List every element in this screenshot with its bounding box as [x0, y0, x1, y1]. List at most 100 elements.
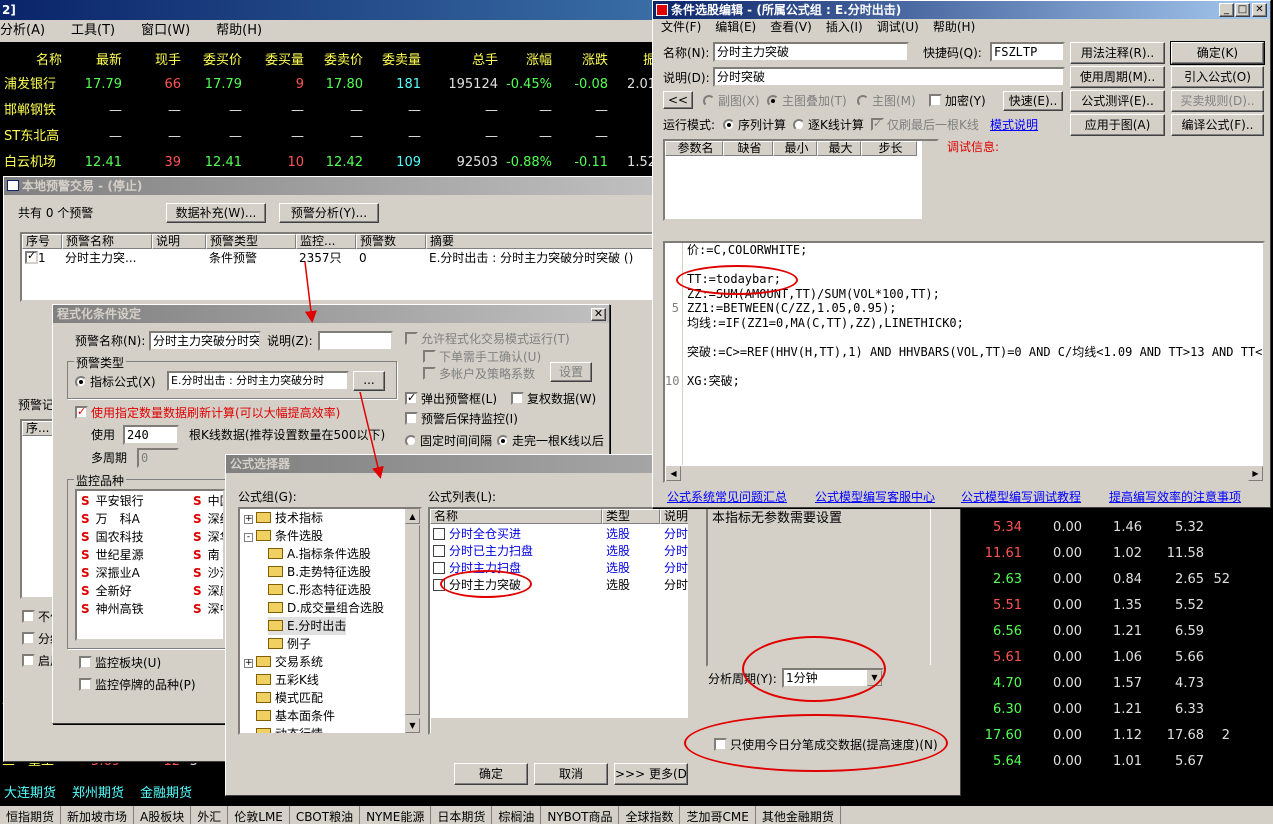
- bottom-tab[interactable]: 伦敦LME: [228, 806, 290, 824]
- editor-menu-item[interactable]: 查看(V): [770, 19, 812, 35]
- tree-item[interactable]: - 条件选股: [244, 527, 323, 545]
- tree-item[interactable]: B.走势特征选股: [268, 563, 371, 581]
- alert-col-header[interactable]: 预警名称: [62, 234, 152, 249]
- monitor-stock-item[interactable]: S 国农科技: [81, 529, 144, 545]
- market-tab[interactable]: 金融期货: [136, 784, 192, 804]
- monitor-stock-item[interactable]: S 神州高铁: [81, 601, 144, 617]
- mode-desc-link[interactable]: 模式说明: [990, 117, 1038, 133]
- monitor-stock-item[interactable]: S 全新好: [81, 583, 132, 599]
- formula-group-tree[interactable]: + 技术指标 - 条件选股 A.指标条件选股 B.走势特征选股 C.形态特征选股 D.成交量组…: [238, 507, 422, 735]
- code-line[interactable]: 价:=C,COLORWHITE;: [687, 243, 1263, 258]
- main-chart-radio[interactable]: 主图(M): [857, 93, 916, 109]
- adjusted-data-checkbox[interactable]: 复权数据(W): [511, 391, 596, 407]
- formula-name-input[interactable]: 分时主力突破: [713, 42, 909, 62]
- keep-monitor-checkbox[interactable]: 预警后保持监控(I): [405, 411, 518, 427]
- compile-formula-button[interactable]: 编译公式(F)..: [1171, 114, 1264, 136]
- bottom-tab[interactable]: CBOT粮油: [290, 806, 361, 824]
- param-col-header[interactable]: 缺省: [723, 141, 773, 156]
- alert-col-header[interactable]: 预警数: [356, 234, 426, 249]
- formula-input[interactable]: E.分时出击 : 分时主力突破分时: [167, 371, 349, 391]
- tree-expand-icon[interactable]: +: [244, 515, 253, 524]
- quote-col-header[interactable]: 委买量: [244, 52, 304, 74]
- usage-period-button[interactable]: 使用周期(M)..: [1070, 66, 1165, 88]
- main-menu-item[interactable]: 窗口(W): [141, 20, 190, 42]
- alert-list-row[interactable]: 1 分时主力突... 条件预警 2357只 0 E.分时出击 : 分时主力突破分时突破 (…: [22, 249, 654, 267]
- bottom-tab[interactable]: 其他金融期货: [756, 806, 841, 824]
- minimize-icon[interactable]: _: [1219, 3, 1234, 17]
- import-formula-button[interactable]: 引入公式(O): [1171, 66, 1264, 88]
- help-link[interactable]: 公式模型编写调试教程: [961, 489, 1081, 505]
- bottom-tab[interactable]: 恒指期货: [0, 806, 62, 824]
- bottom-tab[interactable]: 外汇: [191, 806, 229, 824]
- tree-expand-icon[interactable]: +: [244, 659, 253, 668]
- close-icon[interactable]: ✕: [591, 308, 606, 321]
- param-col-header[interactable]: 最大: [817, 141, 861, 156]
- formula-browse-button[interactable]: ...: [353, 371, 385, 391]
- tree-item[interactable]: C.形态特征选股: [268, 581, 371, 599]
- quote-col-header[interactable]: 总手: [424, 52, 498, 74]
- list-col-header[interactable]: 类型: [602, 509, 660, 524]
- help-link[interactable]: 提高编写效率的注意事项: [1109, 489, 1241, 505]
- tree-item[interactable]: 动态行情: [244, 725, 323, 733]
- alert-list[interactable]: 序号 预警名称 说明 预警类型 监控... 预警数 摘要 1 分时主力突... 条件预警 2357…: [20, 232, 656, 302]
- quote-col-header[interactable]: 振: [606, 52, 656, 74]
- per-kline-calc-radio[interactable]: 逐K线计算: [793, 117, 864, 133]
- alert-enable-checkbox[interactable]: [25, 249, 38, 264]
- main-menu-item[interactable]: 分析(A): [0, 20, 45, 42]
- quick-button[interactable]: 快速(E)..: [1003, 91, 1063, 111]
- editor-menu-item[interactable]: 插入(I): [826, 19, 863, 35]
- quote-col-header[interactable]: 名称: [0, 52, 62, 74]
- monitor-stock-item[interactable]: S南: [193, 547, 220, 563]
- main-menu-item[interactable]: 工具(T): [71, 20, 115, 42]
- editor-menu-item[interactable]: 文件(F): [661, 19, 701, 35]
- quote-col-header[interactable]: 委卖量: [366, 52, 421, 74]
- formula-list[interactable]: 名称 类型 说明 分时全仓买进 选股 分时 分时已主力扫盘 选股 分时 分时主力扫盘 选股 分时 分时…: [428, 507, 690, 735]
- monitor-stock-item[interactable]: S 平安银行: [81, 493, 144, 509]
- monitor-suspended-checkbox[interactable]: 监控停牌的品种(P): [79, 677, 196, 693]
- sequence-calc-radio[interactable]: 序列计算: [723, 117, 786, 133]
- alert-col-header[interactable]: 监控...: [296, 234, 356, 249]
- monitor-stock-item[interactable]: S 深华: [193, 529, 223, 545]
- market-tab[interactable]: 大连期货: [0, 784, 56, 804]
- after-kline-radio[interactable]: 走完一根K线以后: [497, 433, 604, 449]
- code-line[interactable]: [687, 359, 1263, 374]
- tree-item[interactable]: + 交易系统: [244, 653, 323, 671]
- main-menu-item[interactable]: 帮助(H): [216, 20, 262, 42]
- quote-col-header[interactable]: 涨跌: [556, 52, 608, 74]
- selector-ok-button[interactable]: 确定: [454, 763, 528, 785]
- indicator-formula-radio[interactable]: 指标公式(X): [75, 374, 156, 390]
- market-tab[interactable]: 郑州期货: [68, 784, 124, 804]
- formula-desc-input[interactable]: 分时突破: [713, 67, 1065, 87]
- setting-button[interactable]: 设置: [550, 362, 592, 382]
- monitor-stock-list[interactable]: S 平安银行 S 万 科A S 国农科技 S 世纪星源 S 深振业A S 全新好 S 神州高铁 S 中国 S 深纺…: [75, 489, 225, 641]
- editor-menu-item[interactable]: 帮助(H): [933, 19, 975, 35]
- last-kline-checkbox[interactable]: 仅刷最后一根K线: [871, 116, 979, 133]
- apply-to-chart-button[interactable]: 应用于图(A): [1070, 114, 1165, 136]
- use-n-data-checkbox[interactable]: 使用指定数量数据刷新计算(可以大幅提高效率): [75, 404, 340, 421]
- collapse-button[interactable]: <<: [663, 91, 693, 109]
- tree-item[interactable]: D.成交量组合选股: [268, 599, 384, 617]
- code-hscrollbar[interactable]: ◀ ▶: [665, 465, 1263, 481]
- monitor-board-checkbox[interactable]: 监控板块(U): [79, 655, 161, 671]
- usage-notes-button[interactable]: 用法注释(R)..: [1070, 42, 1165, 64]
- manual-confirm-checkbox[interactable]: 下单需手工确认(U): [423, 349, 541, 365]
- quote-col-header[interactable]: 委买价: [184, 52, 242, 74]
- editor-menu-item[interactable]: 编辑(E): [715, 19, 756, 35]
- monitor-stock-item[interactable]: S 中国: [193, 493, 223, 509]
- code-line[interactable]: [687, 330, 1263, 345]
- quote-col-header[interactable]: 现手: [126, 52, 181, 74]
- code-line[interactable]: XG:突破;: [687, 374, 1263, 389]
- multi-period-input[interactable]: 0: [137, 448, 179, 468]
- monitor-stock-item[interactable]: S 深振业A: [81, 565, 140, 581]
- alert-col-header[interactable]: 说明: [152, 234, 206, 249]
- monitor-stock-item[interactable]: S 万 科A: [81, 511, 140, 527]
- quote-cell[interactable]: 白云机场: [0, 150, 62, 176]
- hotkey-input[interactable]: FSZLTP: [990, 42, 1065, 62]
- monitor-stock-item[interactable]: S 深中: [193, 601, 223, 617]
- kline-count-input[interactable]: 240: [123, 425, 179, 445]
- code-line[interactable]: 均线:=IF(ZZ1=0,MA(C,TT),ZZ),LINETHICK0;: [687, 316, 1263, 331]
- param-col-header[interactable]: 步长: [861, 141, 917, 156]
- bottom-tab[interactable]: 日本期货: [431, 806, 493, 824]
- tree-scrollbar[interactable]: ▲ ▼: [404, 509, 420, 733]
- param-table[interactable]: 参数名 缺省 最小 最大 步长: [663, 139, 939, 221]
